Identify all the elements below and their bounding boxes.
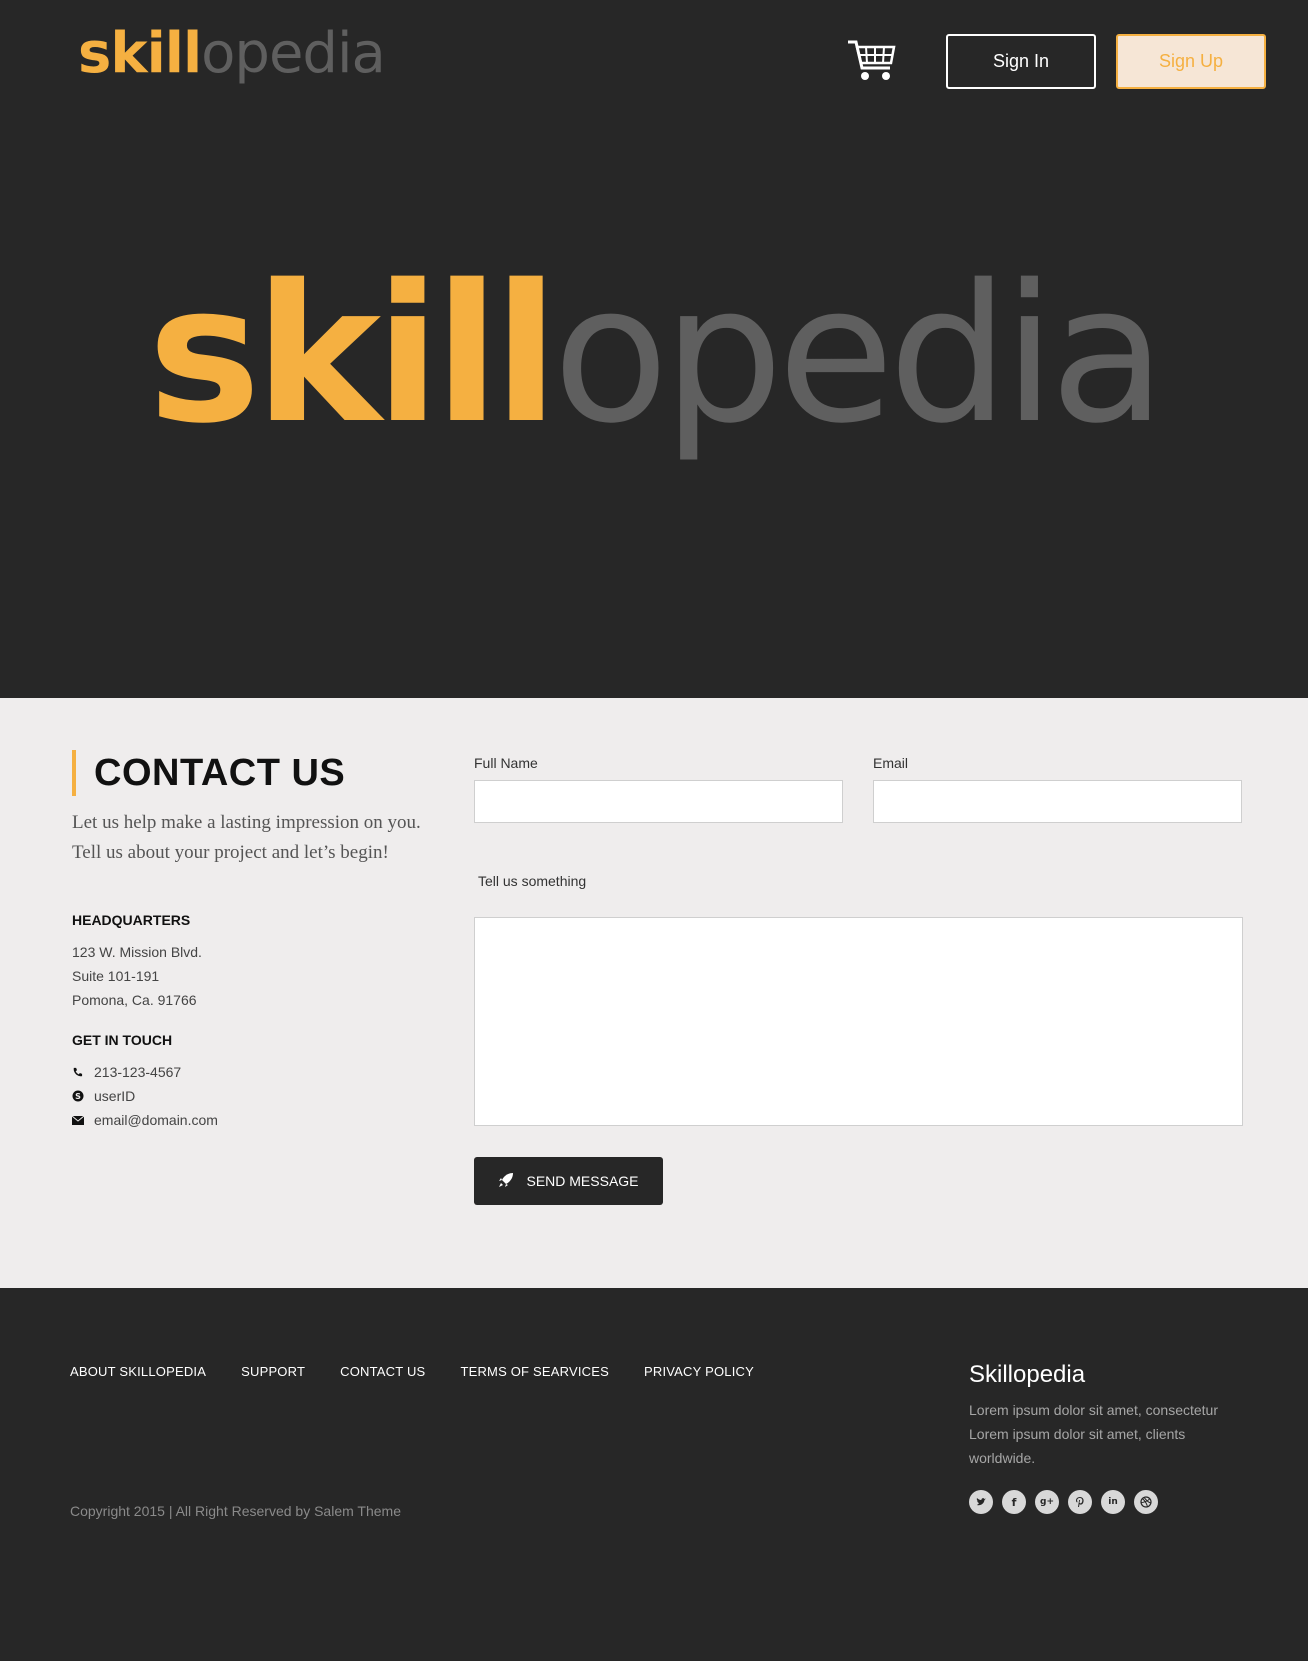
envelope-icon: [72, 1115, 94, 1125]
footer-link-terms[interactable]: TERMS OF SEARVICES: [460, 1364, 609, 1379]
contact-email[interactable]: email@domain.com: [72, 1108, 218, 1132]
footer-link-support[interactable]: SUPPORT: [241, 1364, 305, 1379]
contact-intro: Let us help make a lasting impression on…: [72, 812, 421, 863]
contact-skype[interactable]: S userID: [72, 1084, 218, 1108]
message-label: Tell us something: [478, 873, 587, 889]
google-plus-icon[interactable]: g+: [1035, 1490, 1059, 1514]
pinterest-icon[interactable]: [1068, 1490, 1092, 1514]
skype-id: userID: [94, 1088, 136, 1104]
email-label: Email: [873, 755, 909, 771]
headquarters-address: 123 W. Mission Blvd. Suite 101-191 Pomon…: [72, 940, 202, 1012]
phone-icon: [72, 1067, 94, 1078]
footer-link-contact[interactable]: CONTACT US: [340, 1364, 425, 1379]
dribbble-icon[interactable]: [1134, 1490, 1158, 1514]
hero-section: skillopedia Sign In Sign Up skillopedia: [0, 0, 1308, 698]
address-line: 123 W. Mission Blvd.: [72, 944, 202, 960]
message-textarea[interactable]: [474, 917, 1243, 1126]
header-logo[interactable]: skillopedia: [78, 26, 386, 82]
rocket-icon: [498, 1172, 514, 1191]
footer-link-about[interactable]: ABOUT SKILLOPEDIA: [70, 1364, 206, 1379]
sign-in-button[interactable]: Sign In: [946, 34, 1096, 89]
footer-link-privacy[interactable]: PRIVACY POLICY: [644, 1364, 754, 1379]
send-message-button[interactable]: SEND MESSAGE: [474, 1157, 663, 1205]
svg-text:S: S: [75, 1092, 81, 1101]
get-in-touch-heading: GET IN TOUCH: [72, 1032, 173, 1048]
hero-logo-skill-text: skill: [147, 244, 559, 465]
facebook-icon[interactable]: f: [1002, 1490, 1026, 1514]
contact-title: CONTACT US: [72, 750, 345, 796]
hero-logo-opedia-text: opedia: [552, 244, 1167, 465]
footer-brand: Skillopedia: [969, 1361, 1086, 1388]
contact-phone[interactable]: 213-123-4567: [72, 1060, 218, 1084]
email-input[interactable]: [873, 780, 1242, 823]
footer-nav: ABOUT SKILLOPEDIA SUPPORT CONTACT US TER…: [70, 1364, 754, 1379]
logo-opedia-text: opedia: [201, 21, 386, 86]
footer-description: Lorem ipsum dolor sit amet, consectetur …: [969, 1402, 1218, 1466]
twitter-icon[interactable]: [969, 1490, 993, 1514]
full-name-label: Full Name: [474, 755, 538, 771]
send-message-label: SEND MESSAGE: [526, 1173, 639, 1189]
phone-number: 213-123-4567: [94, 1064, 182, 1080]
address-line: Suite 101-191: [72, 968, 160, 984]
contact-section: CONTACT US Let us help make a lasting im…: [0, 698, 1308, 1288]
footer: ABOUT SKILLOPEDIA SUPPORT CONTACT US TER…: [0, 1288, 1308, 1661]
full-name-input[interactable]: [474, 780, 843, 823]
shopping-cart-icon[interactable]: [846, 38, 896, 84]
get-in-touch-list: 213-123-4567 S userID email@domain.com: [72, 1060, 218, 1132]
address-line: Pomona, Ca. 91766: [72, 992, 197, 1008]
email-address: email@domain.com: [94, 1112, 218, 1128]
headquarters-heading: HEADQUARTERS: [72, 912, 191, 928]
linkedin-icon[interactable]: in: [1101, 1490, 1125, 1514]
sign-up-button[interactable]: Sign Up: [1116, 34, 1266, 89]
logo-skill-text: skill: [78, 21, 202, 86]
copyright-text: Copyright 2015 | All Right Reserved by S…: [70, 1503, 401, 1519]
skype-icon: S: [72, 1090, 94, 1102]
social-links: f g+ in: [969, 1490, 1158, 1514]
hero-logo: skillopedia: [0, 260, 1308, 450]
